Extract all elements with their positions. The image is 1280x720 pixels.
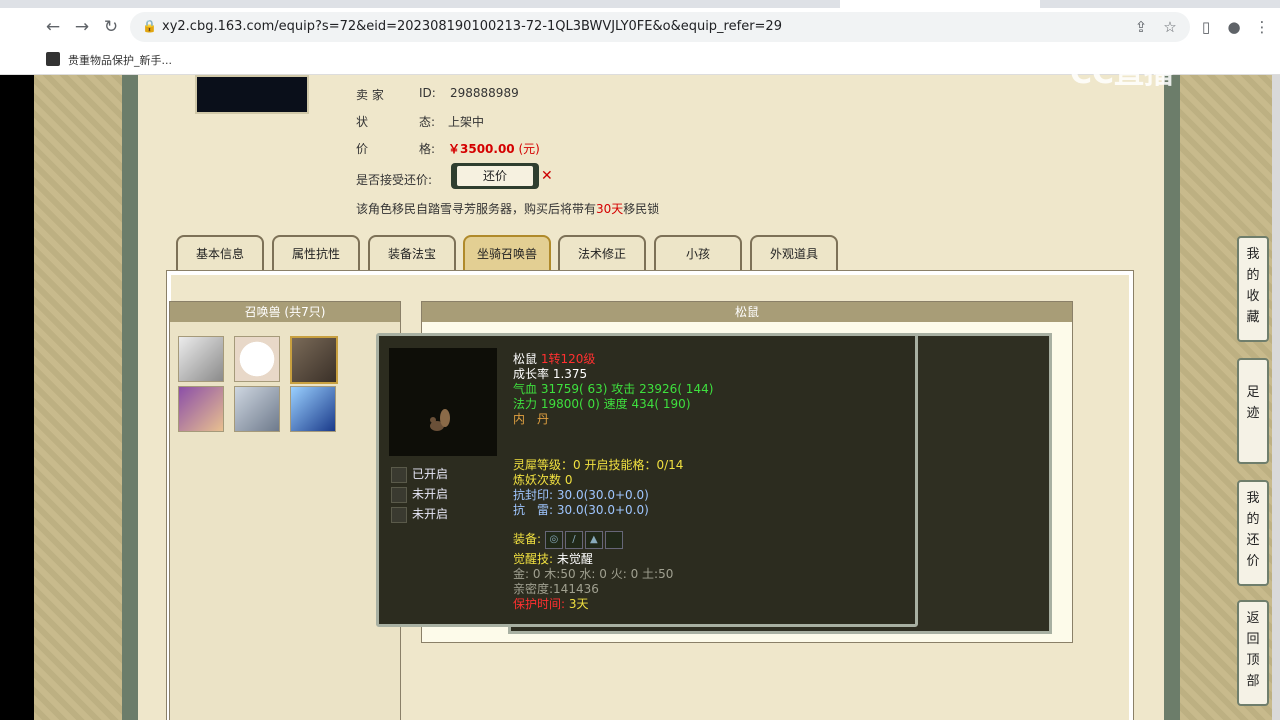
- status-label-a: 状: [356, 115, 369, 129]
- left-border: [122, 75, 138, 720]
- migrate-note-suffix: 移民锁: [623, 202, 660, 216]
- right-border: [1164, 75, 1180, 720]
- tooltip-mp: 19800( 0): [540, 397, 600, 411]
- bookmark-item[interactable]: 贵重物品保护_新手...: [68, 52, 172, 68]
- seller-id: 298888989: [450, 86, 519, 100]
- equip-sword-icon[interactable]: /: [564, 530, 583, 549]
- share-icon[interactable]: ⇪: [1131, 17, 1151, 37]
- pet-thumb-bear[interactable]: [178, 336, 224, 382]
- pet-thumb-hero[interactable]: [178, 386, 224, 432]
- seller-label: 卖 家: [356, 88, 384, 102]
- pet-thumb-ice[interactable]: [290, 386, 336, 432]
- seal-slot-icon: [391, 506, 407, 523]
- tooltip-neidan: 内 丹: [513, 412, 550, 426]
- address-bar[interactable]: 🔒 xy2.cbg.163.com/equip?s=72&eid=2023081…: [130, 12, 1190, 42]
- active-tab[interactable]: [840, 0, 1040, 8]
- tooltip-spd: 434( 190): [631, 397, 691, 411]
- browser-toolbar: ← → ↻ 🔒 xy2.cbg.163.com/equip?s=72&eid=2…: [0, 8, 1280, 46]
- seal-slot-2: 未开启: [391, 485, 448, 503]
- tab-mounts-pets[interactable]: 坐骑召唤兽: [463, 235, 551, 271]
- pet-thumb-squirrel[interactable]: [290, 336, 338, 384]
- left-black-bar: [0, 75, 34, 720]
- price-value: ￥3500.00: [448, 142, 515, 156]
- back-icon[interactable]: ←: [42, 16, 64, 38]
- tooltip-resist-thunder: 抗 雷: 30.0(30.0+0.0): [513, 503, 649, 517]
- haggle-label: 是否接受还价:: [356, 173, 433, 187]
- tab-appearance[interactable]: 外观道具: [750, 235, 838, 271]
- side-back-to-top-button[interactable]: 返回顶部: [1237, 600, 1269, 706]
- pet-tooltip: 已开启 未开启 未开启 松鼠 1转120级 成长率 1.375 气血 31759…: [376, 333, 918, 627]
- scrollbar-track[interactable]: [1272, 75, 1280, 720]
- url-text[interactable]: xy2.cbg.163.com/equip?s=72&eid=202308190…: [162, 19, 782, 34]
- migrate-days: 30天: [596, 202, 624, 216]
- menu-icon[interactable]: ⋮: [1252, 17, 1272, 37]
- pet-thumb-sage[interactable]: [234, 386, 280, 432]
- equip-ring-icon[interactable]: ◎: [544, 530, 563, 549]
- seal-slot-icon: [391, 466, 407, 483]
- forward-icon[interactable]: →: [71, 16, 93, 38]
- seal-slot-1: 已开启: [391, 465, 448, 483]
- tab-child[interactable]: 小孩: [654, 235, 742, 271]
- tab-spell-correction[interactable]: 法术修正: [558, 235, 646, 271]
- pets-panel: 召唤兽 (共7只): [169, 301, 401, 720]
- left-pattern: [34, 75, 122, 720]
- tab-attributes[interactable]: 属性抗性: [272, 235, 360, 271]
- bookmark-star-icon[interactable]: ☆: [1160, 17, 1180, 37]
- side-my-offers-button[interactable]: 我的还价: [1237, 480, 1269, 586]
- squirrel-icon: [430, 409, 450, 431]
- profile-icon[interactable]: ●: [1224, 17, 1244, 37]
- equip-armor-icon[interactable]: ▲: [584, 530, 603, 549]
- seal-slot-icon: [391, 486, 407, 503]
- price-label-b: 格:: [419, 142, 436, 156]
- tab-strip: [0, 0, 1280, 8]
- haggle-button[interactable]: 还价: [451, 163, 539, 189]
- pet-thumb-bun[interactable]: [234, 336, 280, 382]
- tab-basic-info[interactable]: 基本信息: [176, 235, 264, 271]
- tooltip-pet-name: 松鼠: [513, 352, 538, 366]
- tooltip-awaken: 未觉醒: [556, 552, 593, 566]
- side-history-button[interactable]: 足迹: [1237, 358, 1269, 464]
- price-label-a: 价: [356, 142, 369, 156]
- equip-empty-icon: [604, 530, 623, 549]
- tooltip-hp: 31759( 63): [540, 382, 608, 396]
- tab-equipment[interactable]: 装备法宝: [368, 235, 456, 271]
- status-value: 上架中: [448, 115, 485, 129]
- pet-image: [389, 348, 497, 456]
- watermark-logo: CC直播: [1070, 56, 1175, 91]
- seal-slot-3: 未开启: [391, 505, 448, 523]
- pet-detail-header: 松鼠: [422, 302, 1072, 322]
- reload-icon[interactable]: ↻: [100, 16, 122, 38]
- character-avatar: [195, 75, 309, 114]
- tooltip-atk: 23926( 144): [639, 382, 714, 396]
- close-icon[interactable]: ✕: [541, 168, 553, 184]
- migrate-note: 该角色移民自踏雪寻芳服务器，购买后将带有30天移民锁: [356, 200, 659, 217]
- lock-icon: 🔒: [142, 19, 157, 33]
- tooltip-equip-label: 装备:: [513, 532, 542, 546]
- haggle-button-label[interactable]: 还价: [457, 166, 533, 186]
- price-unit: (元): [518, 142, 540, 156]
- side-panel-icon[interactable]: ▯: [1196, 17, 1216, 37]
- tooltip-protect: 3天: [568, 597, 589, 611]
- bookmark-favicon-icon: [46, 52, 60, 66]
- status-label-b: 态:: [419, 115, 436, 129]
- side-favorites-button[interactable]: 我的收藏: [1237, 236, 1269, 342]
- pets-header: 召唤兽 (共7只): [170, 302, 400, 322]
- id-label: ID:: [419, 86, 436, 100]
- tooltip-pet-level: 1转120级: [540, 352, 596, 366]
- migrate-note-prefix: 该角色移民自踏雪寻芳服务器，购买后将带有: [356, 202, 597, 216]
